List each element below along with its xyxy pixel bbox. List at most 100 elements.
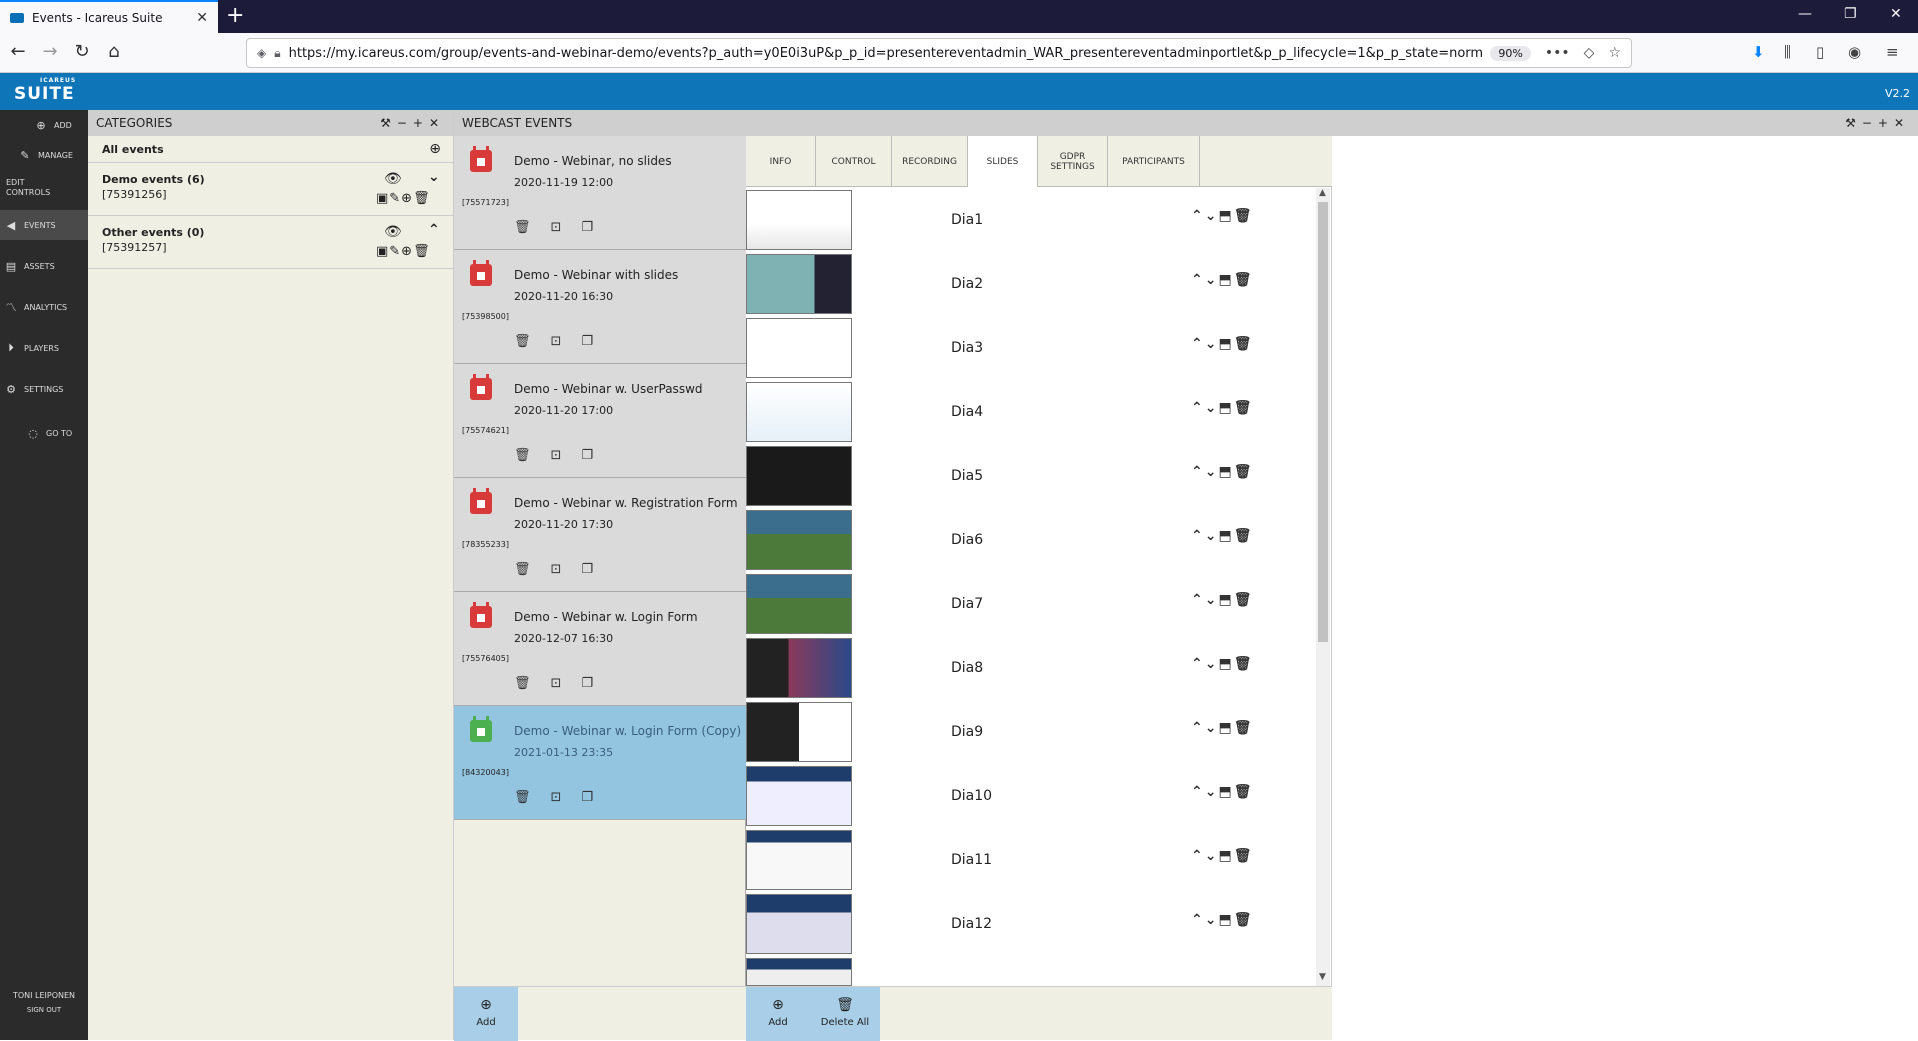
nav-assets[interactable]: ▤ ASSETS [0,251,88,281]
preview-icon[interactable]: ⊡ [551,790,562,805]
slides-scrollbar[interactable]: ▲ ▼ [1316,188,1330,986]
eye-icon[interactable]: 👁︎ [384,171,402,187]
event-item[interactable]: Demo - Webinar w. Login Form 2020-12-07 … [454,592,746,706]
trash-icon[interactable]: 🗑︎ [514,562,531,577]
add-event-button[interactable]: ⊕ Add [454,987,518,1041]
trash-icon[interactable]: 🗑︎ [514,676,531,691]
slide-tools-icons[interactable]: ⌃⌄⬒🗑︎ [1191,592,1253,608]
new-tab-icon[interactable]: + [226,4,244,28]
scroll-thumb[interactable] [1318,202,1328,642]
slide-thumbnail[interactable] [746,958,852,986]
copy-icon[interactable]: ❐ [581,676,593,691]
back-icon[interactable]: ← [6,41,30,65]
slide-tools-icons[interactable]: ⌃⌄⬒🗑︎ [1191,720,1253,736]
slide-thumbnail[interactable] [746,830,852,890]
slide-thumbnail[interactable] [746,510,852,570]
library-icon[interactable]: ⫼ [1784,43,1791,61]
nav-manage[interactable]: ✎ MANAGE [0,140,88,170]
tab-gdpr-settings[interactable]: GDPR SETTINGS [1038,136,1108,187]
account-icon[interactable]: ◉ [1848,43,1861,61]
slide-tools-icons[interactable]: ⌃⌄⬒🗑︎ [1191,912,1253,928]
tab-control[interactable]: CONTROL [816,136,892,187]
trash-icon[interactable]: 🗑︎ [514,220,531,235]
eye-icon[interactable]: 👁︎ [384,224,402,240]
panel-controls[interactable]: ⚒−+✕ [380,116,445,130]
star-icon[interactable]: ☆ [1608,45,1621,61]
event-item-selected[interactable]: Demo - Webinar w. Login Form (Copy) 2021… [454,706,746,820]
preview-icon[interactable]: ⊡ [551,448,562,463]
slide-tools-icons[interactable]: ⌃⌄⬒🗑︎ [1191,208,1253,224]
copy-icon[interactable]: ❐ [581,562,593,577]
add-slide-button[interactable]: ⊕ Add [746,987,810,1041]
slide-thumbnail[interactable] [746,766,852,826]
restore-icon[interactable]: ❐ [1844,6,1857,22]
event-item[interactable]: Demo - Webinar, no slides 2020-11-19 12:… [454,136,746,250]
category-item[interactable]: Demo events (6) [75391256] 👁︎ ⌄ ▣✎⊕🗑︎ [88,163,453,216]
nav-events[interactable]: ◀ EVENTS [0,210,88,240]
preview-icon[interactable]: ⊡ [551,676,562,691]
tab-info[interactable]: INFO [746,136,816,187]
preview-icon[interactable]: ⊡ [551,220,562,235]
preview-icon[interactable]: ⊡ [551,562,562,577]
pocket-icon[interactable]: ◇ [1584,45,1595,61]
menu-icon[interactable]: ≡ [1886,43,1899,61]
nav-add[interactable]: ⊕ ADD [0,110,88,140]
nav-analytics[interactable]: 〽 ANALYTICS [0,292,88,322]
browser-tab[interactable]: Events - Icareus Suite ✕ [0,0,218,33]
slide-tools-icons[interactable]: ⌃⌄⬒🗑︎ [1191,656,1253,672]
nav-goto[interactable]: ◌ GO TO [0,418,88,448]
sidebar-icon[interactable]: ▯ [1816,43,1824,61]
all-events-item[interactable]: All events ⊕ [88,136,453,163]
slide-thumbnail[interactable] [746,254,852,314]
more-icon[interactable]: ••• [1545,45,1570,61]
slide-thumbnail[interactable] [746,382,852,442]
slide-thumbnail[interactable] [746,894,852,954]
category-tools-icons[interactable]: ▣✎⊕🗑︎ [376,244,431,259]
nav-players[interactable]: ⏵ PLAYERS [0,333,88,363]
panel-controls[interactable]: ⚒−+✕ [1845,116,1910,130]
slide-tools-icons[interactable]: ⌃⌄⬒🗑︎ [1191,400,1253,416]
trash-icon[interactable]: 🗑︎ [514,790,531,805]
slide-tools-icons[interactable]: ⌃⌄⬒🗑︎ [1191,528,1253,544]
event-item[interactable]: Demo - Webinar w. Registration Form 2020… [454,478,746,592]
slide-thumbnail[interactable] [746,190,852,250]
slide-tools-icons[interactable]: ⌃⌄⬒🗑︎ [1191,272,1253,288]
zoom-level[interactable]: 90% [1490,45,1531,61]
window-close-icon[interactable]: ✕ [1890,6,1902,22]
category-tools-icons[interactable]: ▣✎⊕🗑︎ [376,191,431,206]
scroll-up-icon[interactable]: ▲ [1319,188,1326,198]
delete-all-button[interactable]: 🗑︎ Delete All [810,987,880,1041]
slide-thumbnail[interactable] [746,574,852,634]
slide-thumbnail[interactable] [746,318,852,378]
chevron-double-down-icon[interactable]: ⌄ [428,169,440,185]
event-item[interactable]: Demo - Webinar with slides 2020-11-20 16… [454,250,746,364]
slide-tools-icons[interactable]: ⌃⌄⬒🗑︎ [1191,336,1253,352]
reload-icon[interactable]: ↻ [70,41,94,65]
tab-participants[interactable]: PARTICIPANTS [1108,136,1200,187]
minimize-icon[interactable]: — [1798,6,1812,22]
preview-icon[interactable]: ⊡ [551,334,562,349]
slide-thumbnail[interactable] [746,638,852,698]
trash-icon[interactable]: 🗑︎ [514,334,531,349]
scroll-down-icon[interactable]: ▼ [1319,972,1326,982]
chevron-double-up-icon[interactable]: ⌃ [428,222,440,238]
copy-icon[interactable]: ❐ [581,334,593,349]
trash-icon[interactable]: 🗑︎ [514,448,531,463]
slide-tools-icons[interactable]: ⌃⌄⬒🗑︎ [1191,464,1253,480]
category-item[interactable]: Other events (0) [75391257] 👁︎ ⌃ ▣✎⊕🗑︎ [88,216,453,269]
add-category-icon[interactable]: ⊕ [429,141,441,157]
home-icon[interactable]: ⌂ [102,41,126,65]
event-item[interactable]: Demo - Webinar w. UserPasswd 2020-11-20 … [454,364,746,478]
tab-recording[interactable]: RECORDING [892,136,968,187]
download-icon[interactable]: ⬇ [1752,43,1765,61]
slide-thumbnail[interactable] [746,702,852,762]
nav-settings[interactable]: ⚙ SETTINGS [0,374,88,404]
signout-link[interactable]: SIGN OUT [0,1006,88,1014]
slide-thumbnail[interactable] [746,446,852,506]
tab-slides[interactable]: SLIDES [968,136,1038,187]
slide-tools-icons[interactable]: ⌃⌄⬒🗑︎ [1191,848,1253,864]
url-bar[interactable]: ◈ 🔒︎ https://my.icareus.com/group/events… [246,38,1632,68]
copy-icon[interactable]: ❐ [581,448,593,463]
copy-icon[interactable]: ❐ [581,220,593,235]
copy-icon[interactable]: ❐ [581,790,593,805]
